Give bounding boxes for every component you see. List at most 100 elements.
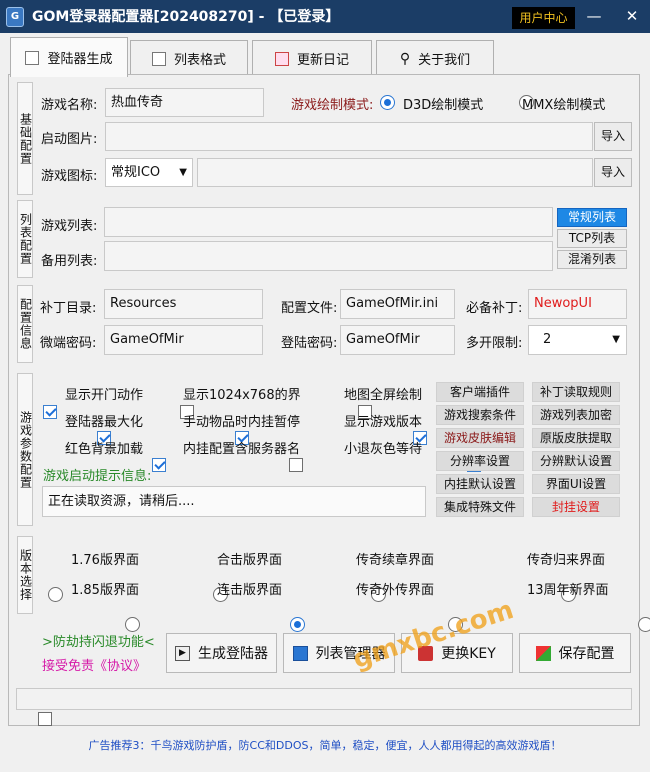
micro-pwd-label: 微端密码: (40, 336, 97, 351)
checkbox-label: 红色背景加载 (65, 442, 144, 457)
play-icon: ▶ (175, 645, 190, 661)
version-label: 13周年新界面 (527, 583, 609, 598)
document-icon (151, 51, 166, 66)
window-icon (292, 645, 308, 661)
version-radio[interactable] (48, 587, 63, 602)
checkbox-label: 显示游戏版本 (344, 415, 423, 430)
version-label: 传奇归来界面 (527, 553, 606, 568)
login-pwd-label: 登陆密码: (281, 336, 338, 351)
ui-setting-button[interactable]: 界面UI设置 (532, 474, 620, 494)
game-icon-label: 游戏图标: (41, 169, 98, 184)
d3d-label: D3D绘制模式 (403, 98, 484, 113)
minimize-icon[interactable]: — (582, 5, 606, 27)
game-name-input[interactable]: 热血传奇 (105, 88, 264, 117)
start-image-input[interactable] (105, 122, 593, 151)
game-name-label: 游戏名称: (41, 98, 98, 113)
tab-launcher-gen[interactable]: 登陆器生成 (10, 37, 128, 77)
backup-list-input[interactable] (104, 241, 553, 271)
tcp-list-button[interactable]: TCP列表 (557, 229, 627, 248)
checkbox-label: 显示1024x768的界 (183, 388, 301, 403)
accept-agreement-link[interactable]: 接受免责《协议》 (42, 655, 146, 674)
required-patch-input[interactable]: NewopUI (528, 289, 627, 319)
app-icon: G (6, 7, 24, 27)
resolution-default-button[interactable]: 分辨默认设置 (532, 451, 620, 471)
version-label: 连击版界面 (217, 583, 283, 598)
icon-select-value: 常规ICO (111, 165, 161, 180)
window-icon (25, 50, 40, 65)
checkbox-label: 手动物品时内挂暂停 (183, 415, 301, 430)
close-icon[interactable]: ✕ (620, 5, 644, 27)
config-file-input[interactable]: GameOfMir.ini (340, 289, 455, 319)
version-label: 传奇外传界面 (356, 583, 435, 598)
login-pwd-input[interactable]: GameOfMir (340, 325, 455, 355)
backup-list-label: 备用列表: (41, 254, 98, 269)
normal-list-button[interactable]: 常规列表 (557, 208, 627, 227)
ad-text[interactable]: 广告推荐3：千鸟游戏防护盾，防CC和DDOS，简单，稳定，便宜，人人都用得起的高… (0, 737, 650, 753)
d3d-radio[interactable] (380, 95, 395, 110)
version-radio[interactable] (637, 617, 650, 632)
hint-input[interactable]: 正在读取资源，请稍后.... (42, 486, 426, 517)
progress-bar (16, 688, 632, 710)
multi-limit-select[interactable]: 2 ▼ (528, 325, 627, 355)
version-label: 合击版界面 (217, 553, 283, 568)
config-file-label: 配置文件: (281, 301, 338, 316)
checkbox-show-door[interactable] (43, 405, 57, 419)
version-radio[interactable] (124, 617, 140, 632)
patch-dir-input[interactable]: Resources (104, 289, 263, 319)
import-image-button[interactable]: 导入 (594, 122, 632, 151)
location-pin-icon: ⚲ (399, 50, 411, 67)
checkbox-label: 地图全屏绘制 (344, 388, 423, 403)
checkbox-label: 内挂配置含服务器名 (183, 442, 301, 457)
version-label: 传奇续章界面 (356, 553, 435, 568)
anti-cheat-button[interactable]: 封挂设置 (532, 497, 620, 517)
game-list-input[interactable] (104, 207, 553, 237)
skin-extract-button[interactable]: 原版皮肤提取 (532, 428, 620, 448)
special-file-button[interactable]: 集成特殊文件 (436, 497, 524, 517)
multi-limit-value: 2 (543, 332, 552, 347)
skin-edit-button[interactable]: 游戏皮肤编辑 (436, 428, 524, 448)
version-label: 1.76版界面 (71, 553, 139, 568)
calendar-icon (274, 51, 289, 66)
checkbox-label: 小退灰色等待 (344, 442, 423, 457)
import-icon-button[interactable]: 导入 (594, 158, 632, 187)
section-list-label: 列表配置 (17, 200, 33, 278)
draw-mode-label: 游戏绘制模式: (291, 98, 374, 113)
chevron-down-icon: ▼ (612, 334, 620, 345)
required-patch-label: 必备补丁: (466, 301, 523, 316)
multi-limit-label: 多开限制: (466, 336, 523, 351)
section-config-label: 配置信息 (17, 285, 33, 363)
tab-changelog[interactable]: 更新日记 (252, 40, 372, 76)
generate-launcher-button[interactable]: ▶ 生成登陆器 (166, 633, 277, 673)
patch-rule-button[interactable]: 补丁读取规则 (532, 382, 620, 402)
version-label: 1.85版界面 (71, 583, 139, 598)
list-encrypt-button[interactable]: 游戏列表加密 (532, 405, 620, 425)
hint-label: 游戏启动提示信息: (43, 469, 152, 484)
search-condition-button[interactable]: 游戏搜索条件 (436, 405, 524, 425)
mmx-label: MMX绘制模式 (522, 98, 606, 113)
icon-path-input[interactable] (197, 158, 593, 187)
hook-default-button[interactable]: 内挂默认设置 (436, 474, 524, 494)
section-basic-label: 基础配置 (17, 82, 33, 195)
accept-checkbox[interactable] (38, 712, 53, 726)
icon-select[interactable]: 常规ICO ▼ (105, 158, 193, 187)
checkbox-server-name[interactable] (288, 458, 303, 472)
client-plugin-button[interactable]: 客户端插件 (436, 382, 524, 402)
anti-hijack-label: >防劫持闪退功能< (42, 635, 155, 650)
patch-dir-label: 补丁目录: (40, 301, 97, 316)
user-center-button[interactable]: 用户中心 (512, 7, 575, 29)
micro-pwd-input[interactable]: GameOfMir (104, 325, 263, 355)
section-version-label: 版本选择 (17, 536, 33, 614)
checkbox-red-bg[interactable] (151, 458, 166, 472)
mixed-list-button[interactable]: 混淆列表 (557, 250, 627, 269)
window-title: GOM登录器配置器[202408270] - 【已登录】 (32, 9, 340, 25)
tab-list-format[interactable]: 列表格式 (130, 40, 248, 76)
version-radio[interactable] (289, 617, 305, 632)
resolution-button[interactable]: 分辨率设置 (436, 451, 524, 471)
chevron-down-icon: ▼ (179, 167, 187, 178)
game-list-label: 游戏列表: (41, 219, 98, 234)
save-config-button[interactable]: 保存配置 (519, 633, 631, 673)
start-image-label: 启动图片: (41, 132, 98, 147)
tab-about[interactable]: ⚲ 关于我们 (376, 40, 494, 76)
section-params-label: 游戏参数配置 (17, 373, 33, 526)
checkbox-label: 登陆器最大化 (65, 415, 144, 430)
